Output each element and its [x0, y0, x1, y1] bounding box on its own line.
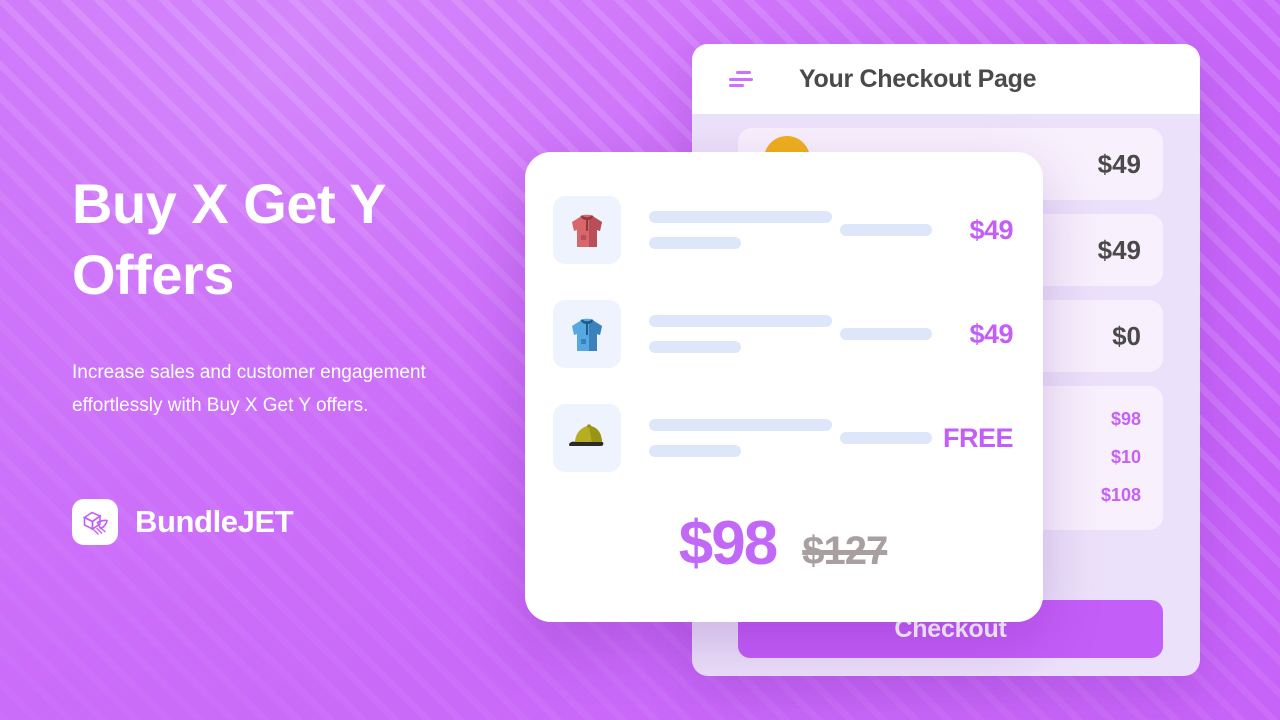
item-qty-skeleton [840, 328, 932, 340]
item-price: $49 [969, 214, 1013, 245]
bundle-offer-card: $49 $49 FREE $98 $127 [525, 152, 1043, 622]
item-qty-skeleton [840, 432, 932, 444]
checkout-panel-header: Your Checkout Page [692, 44, 1200, 114]
total-price-discounted: $98 [678, 509, 778, 578]
hero-text-block: Buy X Get Y Offers Increase sales and cu… [72, 168, 492, 423]
page-title: Buy X Get Y Offers [72, 172, 386, 307]
skeleton-bar [649, 237, 741, 249]
item-skeleton-lines [649, 211, 832, 249]
brand-name: BundleJET [135, 504, 294, 539]
list-item[interactable]: $49 [553, 196, 1014, 264]
bundle-total: $98 $127 [553, 508, 1013, 579]
olive-cap-icon [553, 404, 621, 472]
skeleton-bar [840, 224, 932, 236]
list-item[interactable]: $49 [553, 300, 1014, 368]
summary-amount: $108 [1100, 484, 1141, 505]
checkout-panel-title: Your Checkout Page [799, 64, 1037, 93]
bundle-box-rocket-icon [72, 499, 118, 545]
skeleton-bar [649, 419, 832, 431]
row-amount: $49 [1097, 148, 1141, 179]
skeleton-bar [649, 211, 832, 223]
list-item[interactable]: FREE [553, 404, 1014, 472]
hamburger-menu-icon[interactable] [729, 71, 753, 87]
red-hoodie-icon [553, 196, 621, 264]
summary-amount: $10 [1110, 446, 1141, 467]
item-skeleton-lines [649, 419, 832, 457]
item-price: FREE [942, 422, 1014, 453]
row-amount: $49 [1097, 234, 1141, 265]
item-qty-skeleton [840, 224, 932, 236]
item-skeleton-lines [649, 315, 832, 353]
skeleton-bar [840, 432, 932, 444]
row-amount: $0 [1112, 320, 1141, 351]
skeleton-bar [840, 328, 932, 340]
skeleton-bar [649, 341, 741, 353]
brand-lockup: BundleJET [72, 499, 294, 545]
item-price: $49 [969, 318, 1013, 349]
blue-hoodie-icon [553, 300, 621, 368]
skeleton-bar [649, 315, 832, 327]
skeleton-bar [649, 445, 741, 457]
summary-amount: $98 [1110, 408, 1141, 429]
hero-subtext: Increase sales and customer engagement e… [72, 362, 426, 417]
total-price-original: $127 [802, 529, 888, 573]
